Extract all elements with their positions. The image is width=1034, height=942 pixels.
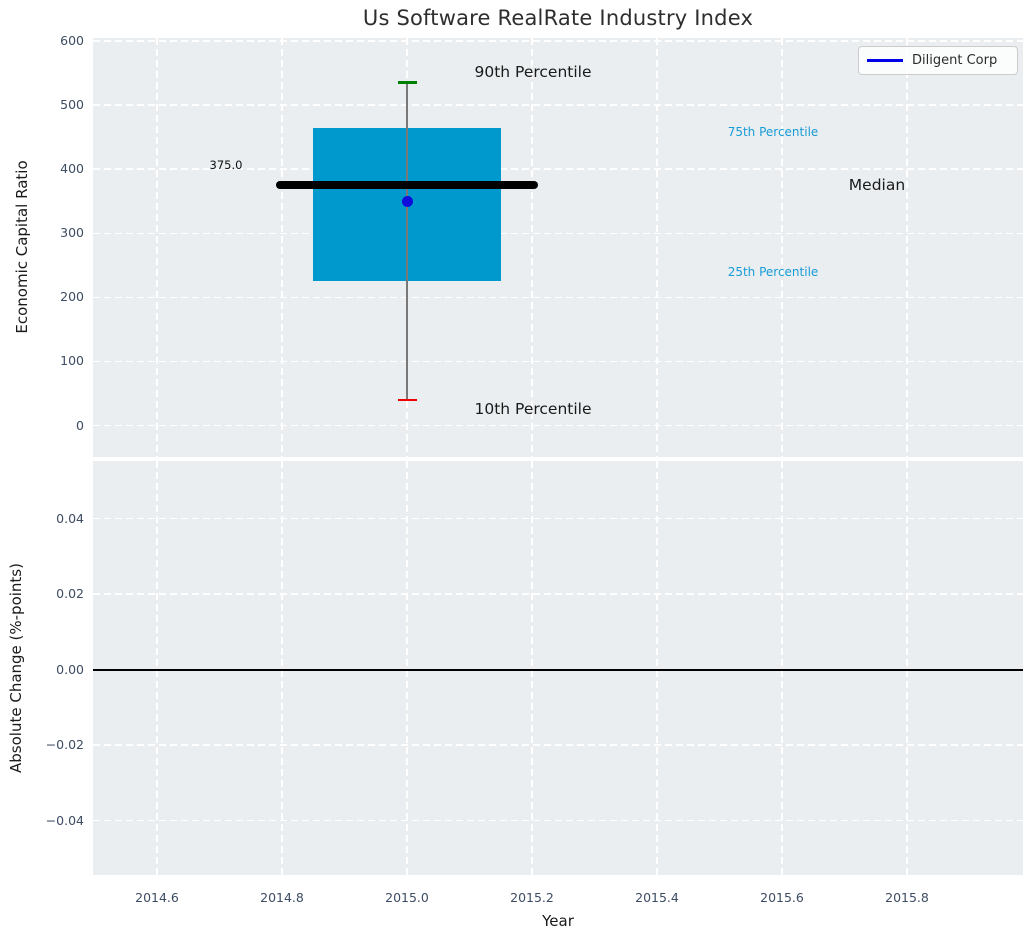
bottom-y-tick-label: 0.04 xyxy=(56,510,84,526)
y-gridline xyxy=(93,232,1023,234)
figure: Us Software RealRate Industry Index Econ… xyxy=(0,0,1034,942)
legend: Diligent Corp xyxy=(858,46,1018,75)
company-point xyxy=(401,195,413,207)
top-y-tick-label: 200 xyxy=(60,289,84,305)
top-y-tick-label: 600 xyxy=(60,33,84,48)
whisker-line xyxy=(406,82,408,400)
zero-line xyxy=(93,668,1023,671)
y-gridline xyxy=(93,819,1023,822)
annotation-75th-percentile: 75th Percentile xyxy=(727,125,819,139)
bottom-y-tick-label: −0.04 xyxy=(45,812,84,828)
x-tick-label: 2014.6 xyxy=(135,890,179,905)
annotation-median: Median xyxy=(848,176,906,194)
top-y-tick-label: 500 xyxy=(60,97,84,113)
x-gridline xyxy=(156,38,158,457)
bottom-axes xyxy=(93,461,1023,875)
median-line xyxy=(275,181,539,189)
y-gridline xyxy=(93,424,1023,427)
x-tick-label: 2014.8 xyxy=(260,890,304,905)
x-gridline xyxy=(656,38,658,457)
annotation-25th-percentile: 25th Percentile xyxy=(727,265,819,279)
top-y-tick-label: 400 xyxy=(60,161,84,177)
x-gridline xyxy=(781,38,783,457)
bottom-y-tick-label: −0.02 xyxy=(45,737,84,752)
legend-label: Diligent Corp xyxy=(912,53,998,68)
y-gridline xyxy=(93,360,1023,363)
bottom-y-tick-label: 0.00 xyxy=(56,661,84,677)
annotation-90th-percentile: 90th Percentile xyxy=(474,63,592,81)
top-y-tick-label: 300 xyxy=(60,225,84,241)
x-tick-label: 2015.6 xyxy=(760,890,804,905)
y-gridline xyxy=(93,744,1023,746)
x-gridline xyxy=(906,38,908,457)
y-gridline xyxy=(93,593,1023,595)
y-gridline xyxy=(93,40,1023,42)
x-axis-label: Year xyxy=(542,912,574,930)
chart-title: Us Software RealRate Industry Index xyxy=(362,6,754,30)
x-tick-label: 2015.8 xyxy=(885,890,929,905)
top-axes xyxy=(93,38,1023,457)
p10-cap xyxy=(397,398,417,402)
x-tick-label: 2015.2 xyxy=(510,890,554,905)
x-gridline xyxy=(281,38,283,457)
annotation-10th-percentile: 10th Percentile xyxy=(474,400,592,418)
annotation-median-value: 375.0 xyxy=(209,158,243,172)
p90-cap xyxy=(397,81,417,84)
top-y-tick-label: 100 xyxy=(60,353,84,369)
legend-line-sample xyxy=(867,59,903,62)
x-gridline xyxy=(531,38,533,457)
y-gridline xyxy=(93,104,1023,106)
top-y-axis-label: Economic Capital Ratio xyxy=(13,160,31,334)
top-y-tick-label: 0 xyxy=(76,417,84,433)
bottom-y-tick-label: 0.02 xyxy=(56,586,84,601)
x-tick-label: 2015.4 xyxy=(635,890,679,905)
y-gridline xyxy=(93,517,1023,520)
x-tick-label: 2015.0 xyxy=(385,890,429,905)
y-gridline xyxy=(93,296,1023,299)
